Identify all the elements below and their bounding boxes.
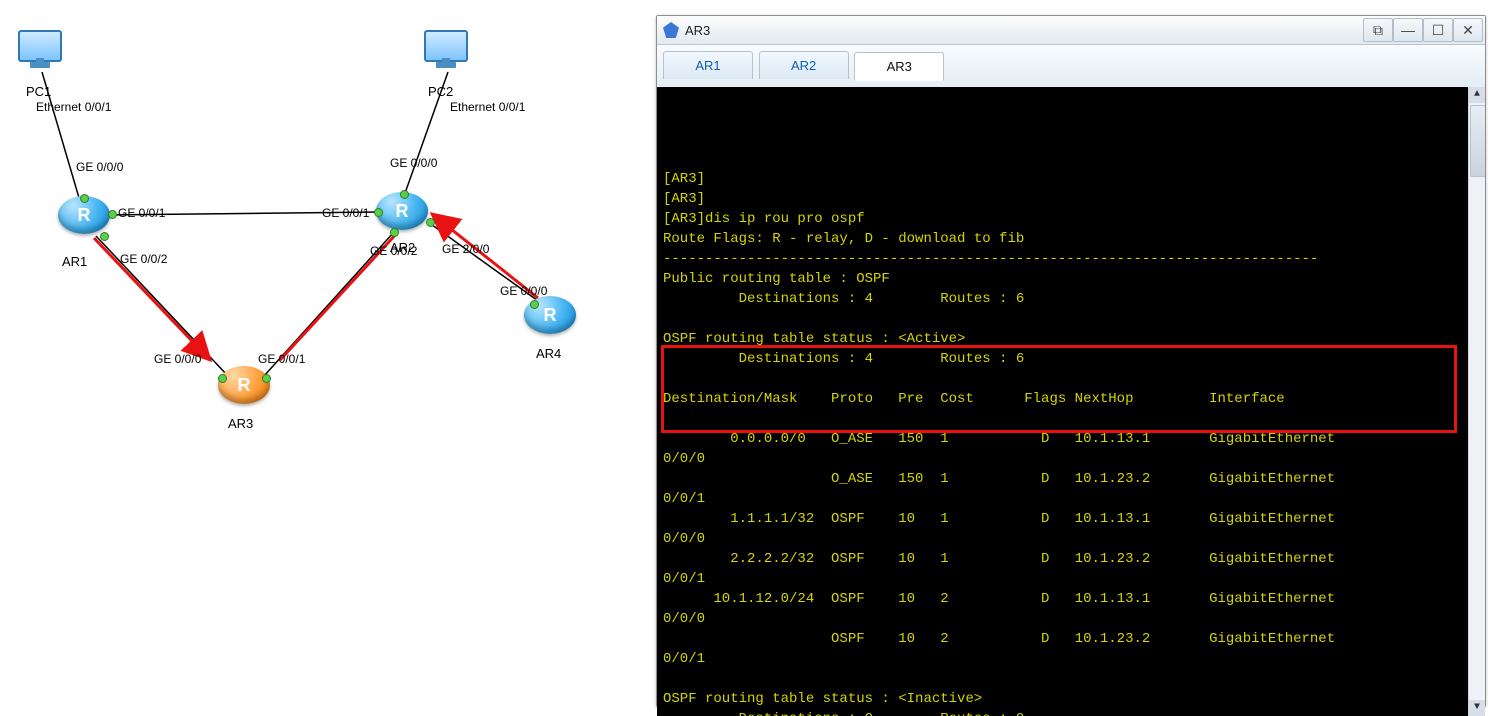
terminal-line: [AR3] [663, 169, 1465, 189]
ar1-glyph: R [78, 205, 91, 226]
ar2-port-right: GE 2/0/0 [442, 242, 489, 256]
port-dot-icon [426, 218, 435, 227]
ar3-glyph: R [238, 375, 251, 396]
port-dot-icon [400, 190, 409, 199]
ar2-glyph: R [396, 201, 409, 222]
pc1-port-label: Ethernet 0/0/1 [36, 100, 111, 114]
pc1-label: PC1 [26, 84, 51, 99]
pc1-icon[interactable] [18, 30, 62, 74]
terminal-line: OSPF 10 2 D 10.1.23.2 GigabitEthernet [663, 629, 1465, 649]
terminal-line: 0.0.0.0/0 O_ASE 150 1 D 10.1.13.1 Gigabi… [663, 429, 1465, 449]
terminal-line: 1.1.1.1/32 OSPF 10 1 D 10.1.13.1 Gigabit… [663, 509, 1465, 529]
scroll-thumb[interactable] [1470, 105, 1485, 177]
port-dot-icon [374, 208, 383, 217]
terminal-line: Route Flags: R - relay, D - download to … [663, 229, 1465, 249]
close-button[interactable]: ✕ [1453, 18, 1483, 42]
terminal-line: 10.1.12.0/24 OSPF 10 2 D 10.1.13.1 Gigab… [663, 589, 1465, 609]
terminal-line: OSPF routing table status : <Active> [663, 329, 1465, 349]
cli-window: AR3 ⧉ — ☐ ✕ AR1 AR2 AR3 ▲ ▼ [AR3][AR3][A… [656, 15, 1486, 707]
terminal-line: [AR3]dis ip rou pro ospf [663, 209, 1465, 229]
terminal-line: 0/0/0 [663, 609, 1465, 629]
ar4-port-up: GE 0/0/0 [500, 284, 547, 298]
scroll-up-button[interactable]: ▲ [1469, 87, 1485, 103]
scrollbar[interactable]: ▲ ▼ [1468, 87, 1485, 716]
ar3-label: AR3 [228, 416, 253, 431]
terminal-line: Destinations : 4 Routes : 6 [663, 349, 1465, 369]
terminal-line: 2.2.2.2/32 OSPF 10 1 D 10.1.23.2 Gigabit… [663, 549, 1465, 569]
pc2-label: PC2 [428, 84, 453, 99]
terminal-line: Public routing table : OSPF [663, 269, 1465, 289]
terminal-line: ----------------------------------------… [663, 249, 1465, 269]
port-dot-icon [218, 374, 227, 383]
terminal-line: Destinations : 0 Routes : 0 [663, 709, 1465, 716]
terminal-line: [AR3] [663, 189, 1465, 209]
terminal-line [663, 369, 1465, 389]
ar2-port-up: GE 0/0/0 [390, 156, 437, 170]
terminal-line: Destinations : 4 Routes : 6 [663, 289, 1465, 309]
terminal-line: 0/0/0 [663, 529, 1465, 549]
popout-button[interactable]: ⧉ [1363, 18, 1393, 42]
ar3-port-left: GE 0/0/0 [154, 352, 201, 366]
minimize-button[interactable]: — [1393, 18, 1423, 42]
ar1-port-up: GE 0/0/0 [76, 160, 123, 174]
pc2-port-label: Ethernet 0/0/1 [450, 100, 525, 114]
ar3-icon[interactable]: R [218, 366, 270, 404]
titlebar[interactable]: AR3 ⧉ — ☐ ✕ [657, 16, 1485, 45]
terminal-line [663, 309, 1465, 329]
maximize-button[interactable]: ☐ [1423, 18, 1453, 42]
scroll-down-button[interactable]: ▼ [1469, 700, 1485, 716]
pc2-icon[interactable] [424, 30, 468, 74]
tab-bar: AR1 AR2 AR3 [657, 45, 1485, 87]
ar2-port-down: GE 0/0/2 [370, 244, 417, 258]
ar4-label: AR4 [536, 346, 561, 361]
ar1-port-right: GE 0/0/1 [118, 206, 165, 220]
ar1-port-down: GE 0/0/2 [120, 252, 167, 266]
port-dot-icon [390, 228, 399, 237]
terminal-line: 0/0/0 [663, 449, 1465, 469]
port-dot-icon [262, 374, 271, 383]
port-dot-icon [530, 300, 539, 309]
terminal-line [663, 409, 1465, 429]
ar2-port-left: GE 0/0/1 [322, 206, 369, 220]
terminal-line: O_ASE 150 1 D 10.1.23.2 GigabitEthernet [663, 469, 1465, 489]
terminal-line [663, 669, 1465, 689]
ar4-glyph: R [544, 305, 557, 326]
terminal-line: 0/0/1 [663, 489, 1465, 509]
tab-ar2[interactable]: AR2 [759, 51, 849, 79]
port-dot-icon [80, 194, 89, 203]
port-dot-icon [108, 210, 117, 219]
terminal-line: 0/0/1 [663, 649, 1465, 669]
window-title: AR3 [685, 23, 710, 38]
ar1-label: AR1 [62, 254, 87, 269]
tab-ar3[interactable]: AR3 [854, 52, 944, 81]
ar3-port-right: GE 0/0/1 [258, 352, 305, 366]
port-dot-icon [100, 232, 109, 241]
terminal-line: Destination/Mask Proto Pre Cost Flags Ne… [663, 389, 1465, 409]
terminal-line: 0/0/1 [663, 569, 1465, 589]
terminal[interactable]: ▲ ▼ [AR3][AR3][AR3]dis ip rou pro ospfRo… [657, 87, 1485, 716]
app-icon [663, 22, 679, 38]
terminal-line: OSPF routing table status : <Inactive> [663, 689, 1465, 709]
tab-ar1[interactable]: AR1 [663, 51, 753, 79]
